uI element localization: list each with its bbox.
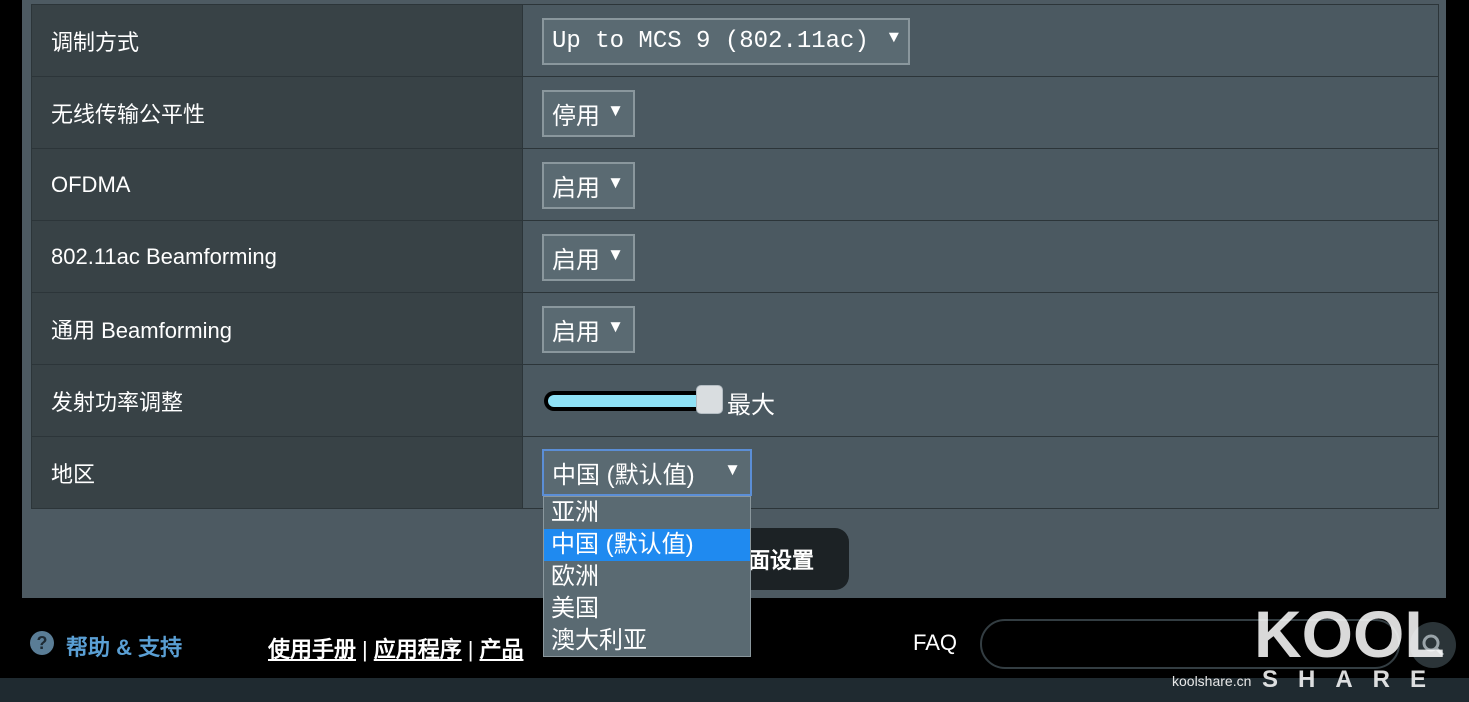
- watermark-brand: KOOL: [1254, 597, 1445, 671]
- link-separator: |: [467, 637, 474, 662]
- row-11ac-beamforming: 802.11ac Beamforming 启用 ▼: [31, 221, 1439, 293]
- row-airtime-fairness: 无线传输公平性 停用 ▼: [31, 77, 1439, 149]
- region-select[interactable]: 中国 (默认值) ▼: [542, 449, 752, 496]
- apply-button-label: 面设置: [748, 548, 815, 573]
- chevron-down-icon: ▼: [607, 101, 624, 120]
- row-label: 通用 Beamforming: [51, 317, 232, 343]
- chevron-down-icon: ▼: [724, 460, 741, 479]
- select-value: 中国 (默认值): [552, 462, 695, 489]
- row-ofdma: OFDMA 启用 ▼: [31, 149, 1439, 221]
- row-universal-beamforming: 通用 Beamforming 启用 ▼: [31, 293, 1439, 365]
- region-dropdown-list[interactable]: 亚洲 中国 (默认值) 欧洲 美国 澳大利亚: [543, 496, 751, 657]
- row-label: 发射功率调整: [51, 389, 184, 415]
- row-modulation: 调制方式 Up to MCS 9 (802.11ac) ▼: [31, 5, 1439, 77]
- chevron-down-icon: ▼: [607, 317, 624, 336]
- slider-thumb[interactable]: [696, 385, 723, 414]
- help-support-link[interactable]: 帮助 & 支持: [66, 630, 182, 662]
- select-value: Up to MCS 9 (802.11ac): [552, 28, 869, 55]
- koolshare-watermark-logo: KOOL SHARE: [1250, 595, 1460, 693]
- row-tx-power: 发射功率调整 最大: [31, 365, 1439, 437]
- app-link[interactable]: 应用程序: [374, 637, 462, 662]
- chevron-down-icon: ▼: [607, 173, 624, 192]
- link-separator: |: [362, 637, 368, 662]
- ac-beamforming-select[interactable]: 启用 ▼: [542, 234, 635, 281]
- faq-label: FAQ: [913, 630, 958, 655]
- question-circle-icon[interactable]: ?: [30, 631, 54, 655]
- row-label: 802.11ac Beamforming: [51, 243, 277, 269]
- select-value: 停用: [552, 103, 600, 130]
- region-option[interactable]: 中国 (默认值): [544, 529, 750, 561]
- ofdma-select[interactable]: 启用 ▼: [542, 162, 635, 209]
- region-option[interactable]: 欧洲: [544, 561, 750, 593]
- tx-power-slider[interactable]: [544, 391, 714, 411]
- region-option[interactable]: 美国: [544, 593, 750, 625]
- modulation-select[interactable]: Up to MCS 9 (802.11ac) ▼: [542, 18, 910, 65]
- chevron-down-icon: ▼: [607, 245, 624, 264]
- slider-value-label: 最大: [727, 392, 775, 419]
- row-label: OFDMA: [51, 171, 131, 197]
- select-value: 启用: [552, 247, 600, 274]
- region-option[interactable]: 澳大利亚: [544, 625, 750, 657]
- product-link[interactable]: 产品: [479, 637, 523, 662]
- row-label: 地区: [51, 461, 96, 487]
- watermark-domain: koolshare.cn: [1172, 673, 1252, 689]
- row-label: 无线传输公平性: [51, 101, 206, 127]
- watermark-brand-sub: SHARE: [1262, 666, 1446, 691]
- slider-fill: [548, 395, 710, 407]
- footer-links: 使用手册 | 应用程序 | 产品: [268, 632, 523, 664]
- region-option[interactable]: 亚洲: [544, 497, 750, 529]
- chevron-down-icon: ▼: [888, 29, 899, 48]
- manual-link[interactable]: 使用手册: [268, 637, 356, 662]
- row-label: 调制方式: [51, 29, 140, 55]
- settings-table: 调制方式 Up to MCS 9 (802.11ac) ▼ 无线传输公平性 停用…: [31, 4, 1439, 509]
- universal-beamforming-select[interactable]: 启用 ▼: [542, 306, 635, 353]
- select-value: 启用: [552, 319, 600, 346]
- select-value: 启用: [552, 175, 600, 202]
- airtime-fairness-select[interactable]: 停用 ▼: [542, 90, 635, 137]
